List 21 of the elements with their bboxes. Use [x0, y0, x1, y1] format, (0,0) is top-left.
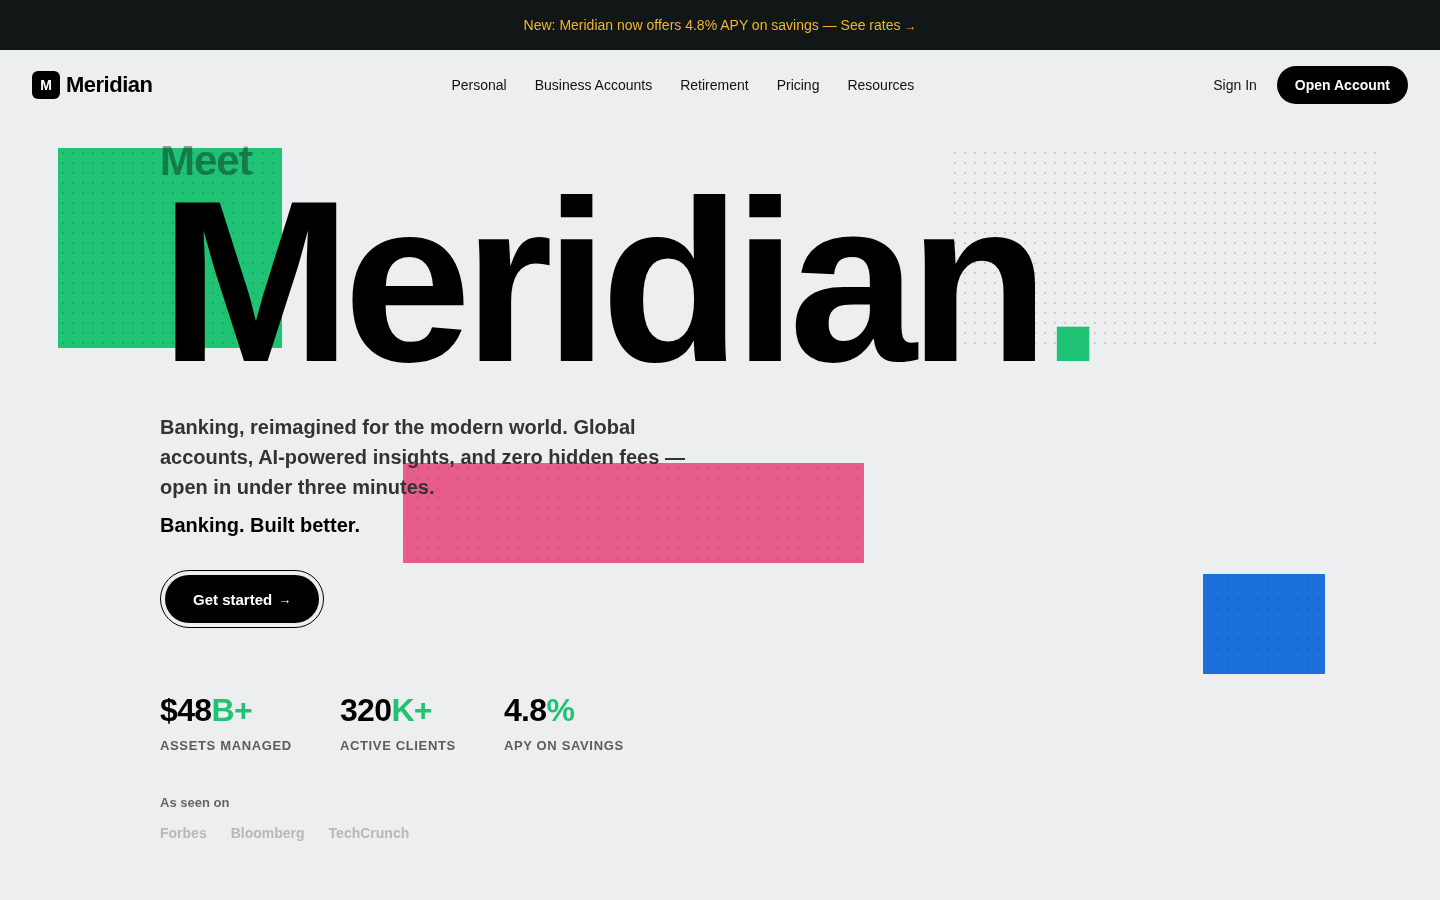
press-logo: Forbes: [160, 826, 207, 840]
announcement-link[interactable]: New: Meridian now offers 4.8% APY on savings — See rates →: [523, 17, 917, 33]
stat-label: ACTIVE CLIENTS: [339, 739, 456, 752]
press-heading: As seen on: [160, 796, 230, 809]
stat-label: APY ON SAVINGS: [503, 739, 624, 752]
nav-link[interactable]: Resources: [847, 77, 915, 93]
stat-value: $48B+: [160, 694, 252, 726]
brand-name[interactable]: Meridian: [66, 72, 153, 98]
open-account-button[interactable]: Open Account: [1276, 66, 1408, 104]
press-logo: TechCrunch: [328, 826, 410, 840]
logo-mark[interactable]: M: [32, 71, 60, 99]
hero-tagline: Banking. Built better.: [160, 513, 361, 538]
stat-value: 4.8%: [503, 694, 575, 726]
nav-link[interactable]: Personal: [451, 77, 507, 93]
stat-value: 320K+: [339, 694, 432, 726]
sign-in-link[interactable]: Sign In: [1213, 77, 1257, 93]
nav-link[interactable]: Business Accounts: [534, 77, 653, 93]
nav-link[interactable]: Pricing: [776, 77, 820, 93]
nav-link[interactable]: Retirement: [680, 77, 749, 93]
stat-label: ASSETS MANAGED: [160, 739, 292, 752]
press-logo: Bloomberg: [230, 826, 305, 840]
